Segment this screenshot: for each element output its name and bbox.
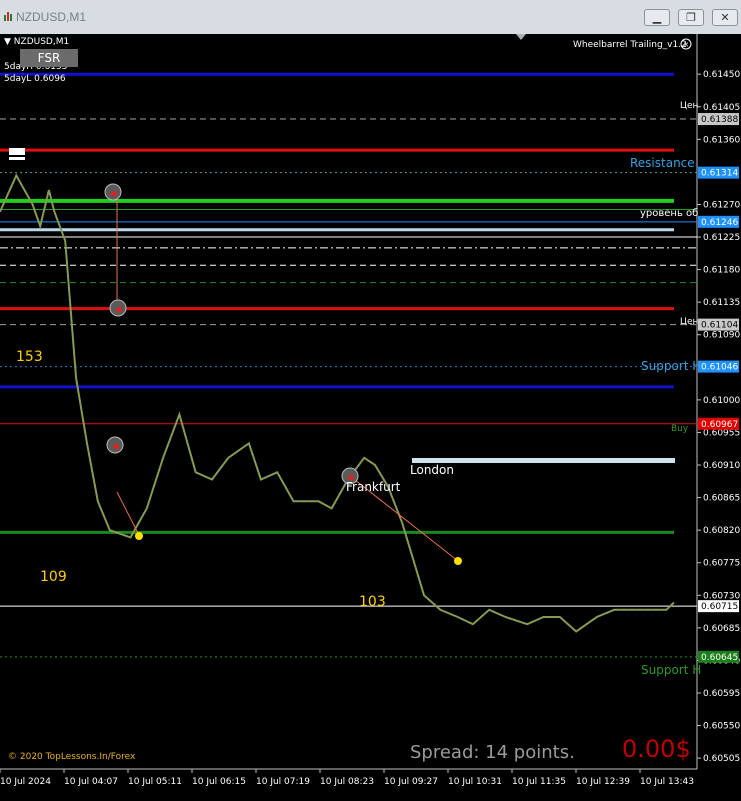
- price-tag-label: 0.60715: [701, 602, 738, 612]
- fsr-button[interactable]: FSR: [20, 49, 78, 67]
- price-tick-label: 0.61270: [703, 200, 740, 210]
- spread-readout: Spread: 14 points.: [410, 742, 575, 763]
- trade-marker-icon[interactable]: ◀: [106, 436, 124, 454]
- price-tick-label: 0.60955: [703, 428, 740, 438]
- price-tag-label: 0.60967: [701, 420, 738, 430]
- price-tick-label: 0.60730: [703, 591, 740, 601]
- minimize-button[interactable]: ▁: [644, 9, 670, 26]
- price-label-box: [9, 148, 25, 155]
- pips-count-label: 109: [40, 569, 67, 585]
- pips-count-label: 103: [359, 594, 386, 610]
- symbol-header: ▼ NZDUSD,M1: [4, 37, 69, 47]
- copyright-text: © 2020 TopLessons.In/Forex: [8, 752, 136, 762]
- svg-text:◀: ◀: [110, 189, 117, 199]
- price-tag-label: 0.61104: [701, 321, 738, 331]
- time-tick-label: 10 Jul 06:15: [192, 777, 246, 787]
- chart-window-icon: [4, 12, 12, 21]
- price-tag-label: 0.61046: [701, 363, 738, 373]
- price-tick-label: 0.60910: [703, 461, 740, 471]
- price-tick-label: 0.60505: [703, 754, 740, 764]
- window-titlebar: NZDUSD,M1 ▁ ❐ ✕: [0, 0, 741, 35]
- resistance-label: Resistance: [630, 156, 695, 170]
- price-tag-label: 0.61246: [701, 218, 738, 228]
- price-tick-label: 0.61360: [703, 135, 740, 145]
- time-tick-label: 10 Jul 2024: [0, 777, 51, 787]
- svg-text:◀: ◀: [112, 442, 119, 452]
- session-label-london: London: [410, 463, 454, 477]
- five-day-low: 5dayL 0.6096: [4, 74, 66, 84]
- collapse-triangle-icon[interactable]: ▼: [4, 37, 11, 47]
- time-tick-label: 10 Jul 09:27: [384, 777, 438, 787]
- trail-stop-dot: [135, 532, 143, 540]
- price-tick-label: 0.61405: [703, 103, 740, 113]
- time-tick-label: 10 Jul 04:07: [64, 777, 118, 787]
- price-tick-label: 0.61180: [703, 266, 740, 276]
- price-tick-label: 0.61450: [703, 70, 740, 80]
- trade-marker-icon[interactable]: ◀: [109, 299, 127, 317]
- session-label-frankfurt: Frankfurt: [346, 480, 401, 494]
- time-tick-label: 10 Jul 08:23: [320, 777, 374, 787]
- level-label: уровень об: [640, 208, 698, 219]
- price-chart[interactable]: ◀ ◀ ◀ ◀ 0.61450 0.61405 0.61360 0.61270 0.61…: [0, 34, 741, 797]
- time-tick-label: 10 Jul 13:43: [640, 777, 694, 787]
- level-label: Цен: [680, 101, 699, 111]
- support-label: Support H: [641, 359, 701, 373]
- price-label-box: [9, 157, 25, 160]
- price-tick-label: 0.60820: [703, 526, 740, 536]
- price-tick-label: 0.60865: [703, 494, 740, 504]
- time-tick-label: 10 Jul 05:11: [128, 777, 182, 787]
- price-tick-label: 0.61135: [703, 298, 740, 308]
- trade-marker-icon[interactable]: ◀: [104, 183, 122, 201]
- profit-readout: 0.00$: [622, 735, 691, 763]
- price-tag-label: 0.60645: [701, 653, 738, 663]
- time-tick-label: 10 Jul 11:35: [512, 777, 566, 787]
- price-tick-label: 0.60775: [703, 559, 740, 569]
- price-tick-label: 0.61090: [703, 331, 740, 341]
- price-tick-label: 0.61225: [703, 233, 740, 243]
- chart-canvas[interactable]: ◀ ◀ ◀ ◀ 0.614500.614050.613600.612700.61…: [0, 34, 741, 797]
- support-label: Support H: [641, 663, 701, 677]
- svg-text:◀: ◀: [115, 305, 122, 315]
- pips-count-label: 153: [16, 349, 43, 365]
- time-tick-label: 10 Jul 10:31: [448, 777, 502, 787]
- symbol-label: NZDUSD,M1: [13, 37, 70, 47]
- price-tag-label: 0.61388: [701, 115, 738, 125]
- svg-text:✕: ✕: [683, 41, 689, 49]
- trail-stop-dot: [454, 557, 462, 565]
- close-icon: ✕: [720, 11, 730, 24]
- time-tick-label: 10 Jul 12:39: [576, 777, 630, 787]
- price-tick-label: 0.60595: [703, 689, 740, 699]
- time-tick-label: 10 Jul 07:19: [256, 777, 310, 787]
- minimize-icon: ▁: [652, 11, 662, 24]
- price-tick-label: 0.61000: [703, 396, 740, 406]
- price-tag-label: 0.61314: [701, 169, 738, 179]
- maximize-button[interactable]: ❐: [678, 9, 704, 26]
- close-button[interactable]: ✕: [712, 9, 738, 26]
- buy-label: Buy: [671, 424, 689, 434]
- level-label: Цен: [680, 317, 699, 327]
- restore-icon: ❐: [686, 11, 696, 24]
- window-title: NZDUSD,M1: [16, 10, 87, 24]
- indicator-name: Wheelbarrel Trailing_v1.2: [573, 40, 687, 50]
- price-tick-label: 0.60685: [703, 624, 740, 634]
- price-tick-label: 0.60550: [703, 722, 740, 732]
